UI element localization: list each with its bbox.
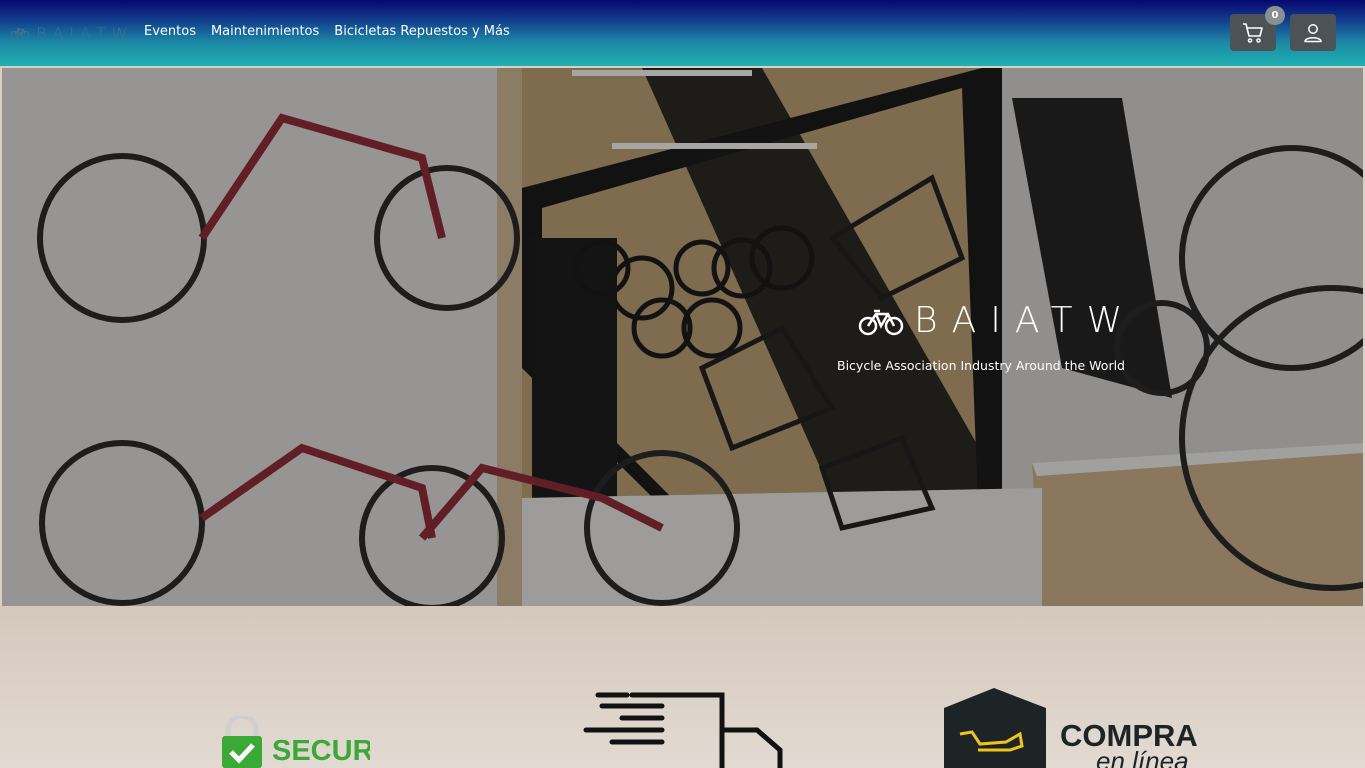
user-account-button[interactable] <box>1290 14 1336 51</box>
top-navbar: BAIATW Eventos Maintenimientos Bicicleta… <box>0 0 1365 66</box>
nav-link-maintenimientos[interactable]: Maintenimientos <box>211 24 319 39</box>
padlock-icon <box>225 716 259 736</box>
hero-title: BAIATW <box>858 300 1136 341</box>
user-icon <box>1304 23 1322 42</box>
hero-overlay <box>2 68 1363 606</box>
bicycle-icon <box>858 309 904 335</box>
cart-icon <box>1243 22 1263 43</box>
hero-subtitle: Bicycle Association Industry Around the … <box>837 358 1125 373</box>
compra-subtitle: en línea <box>1096 746 1189 768</box>
brand-name: BAIATW <box>36 23 134 43</box>
nav-link-eventos[interactable]: Eventos <box>144 24 196 39</box>
hero-banner <box>2 68 1363 606</box>
hero-brand-name: BAIATW <box>914 300 1137 341</box>
nav-link-bicicletas[interactable]: Bicicletas Repuestos y Más <box>334 24 509 39</box>
bicycle-icon <box>10 27 30 40</box>
brand-logo[interactable]: BAIATW <box>10 22 133 44</box>
cart-count-badge: 0 <box>1265 6 1285 25</box>
secure-title: SECURE <box>272 735 370 767</box>
main-nav: Eventos Maintenimientos Bicicletas Repue… <box>144 24 510 39</box>
delivery-truck-icon <box>583 692 783 768</box>
compra-en-linea-badge: COMPRA en línea <box>944 688 1198 768</box>
secure-ssl-badge: SECURE <box>222 716 370 768</box>
